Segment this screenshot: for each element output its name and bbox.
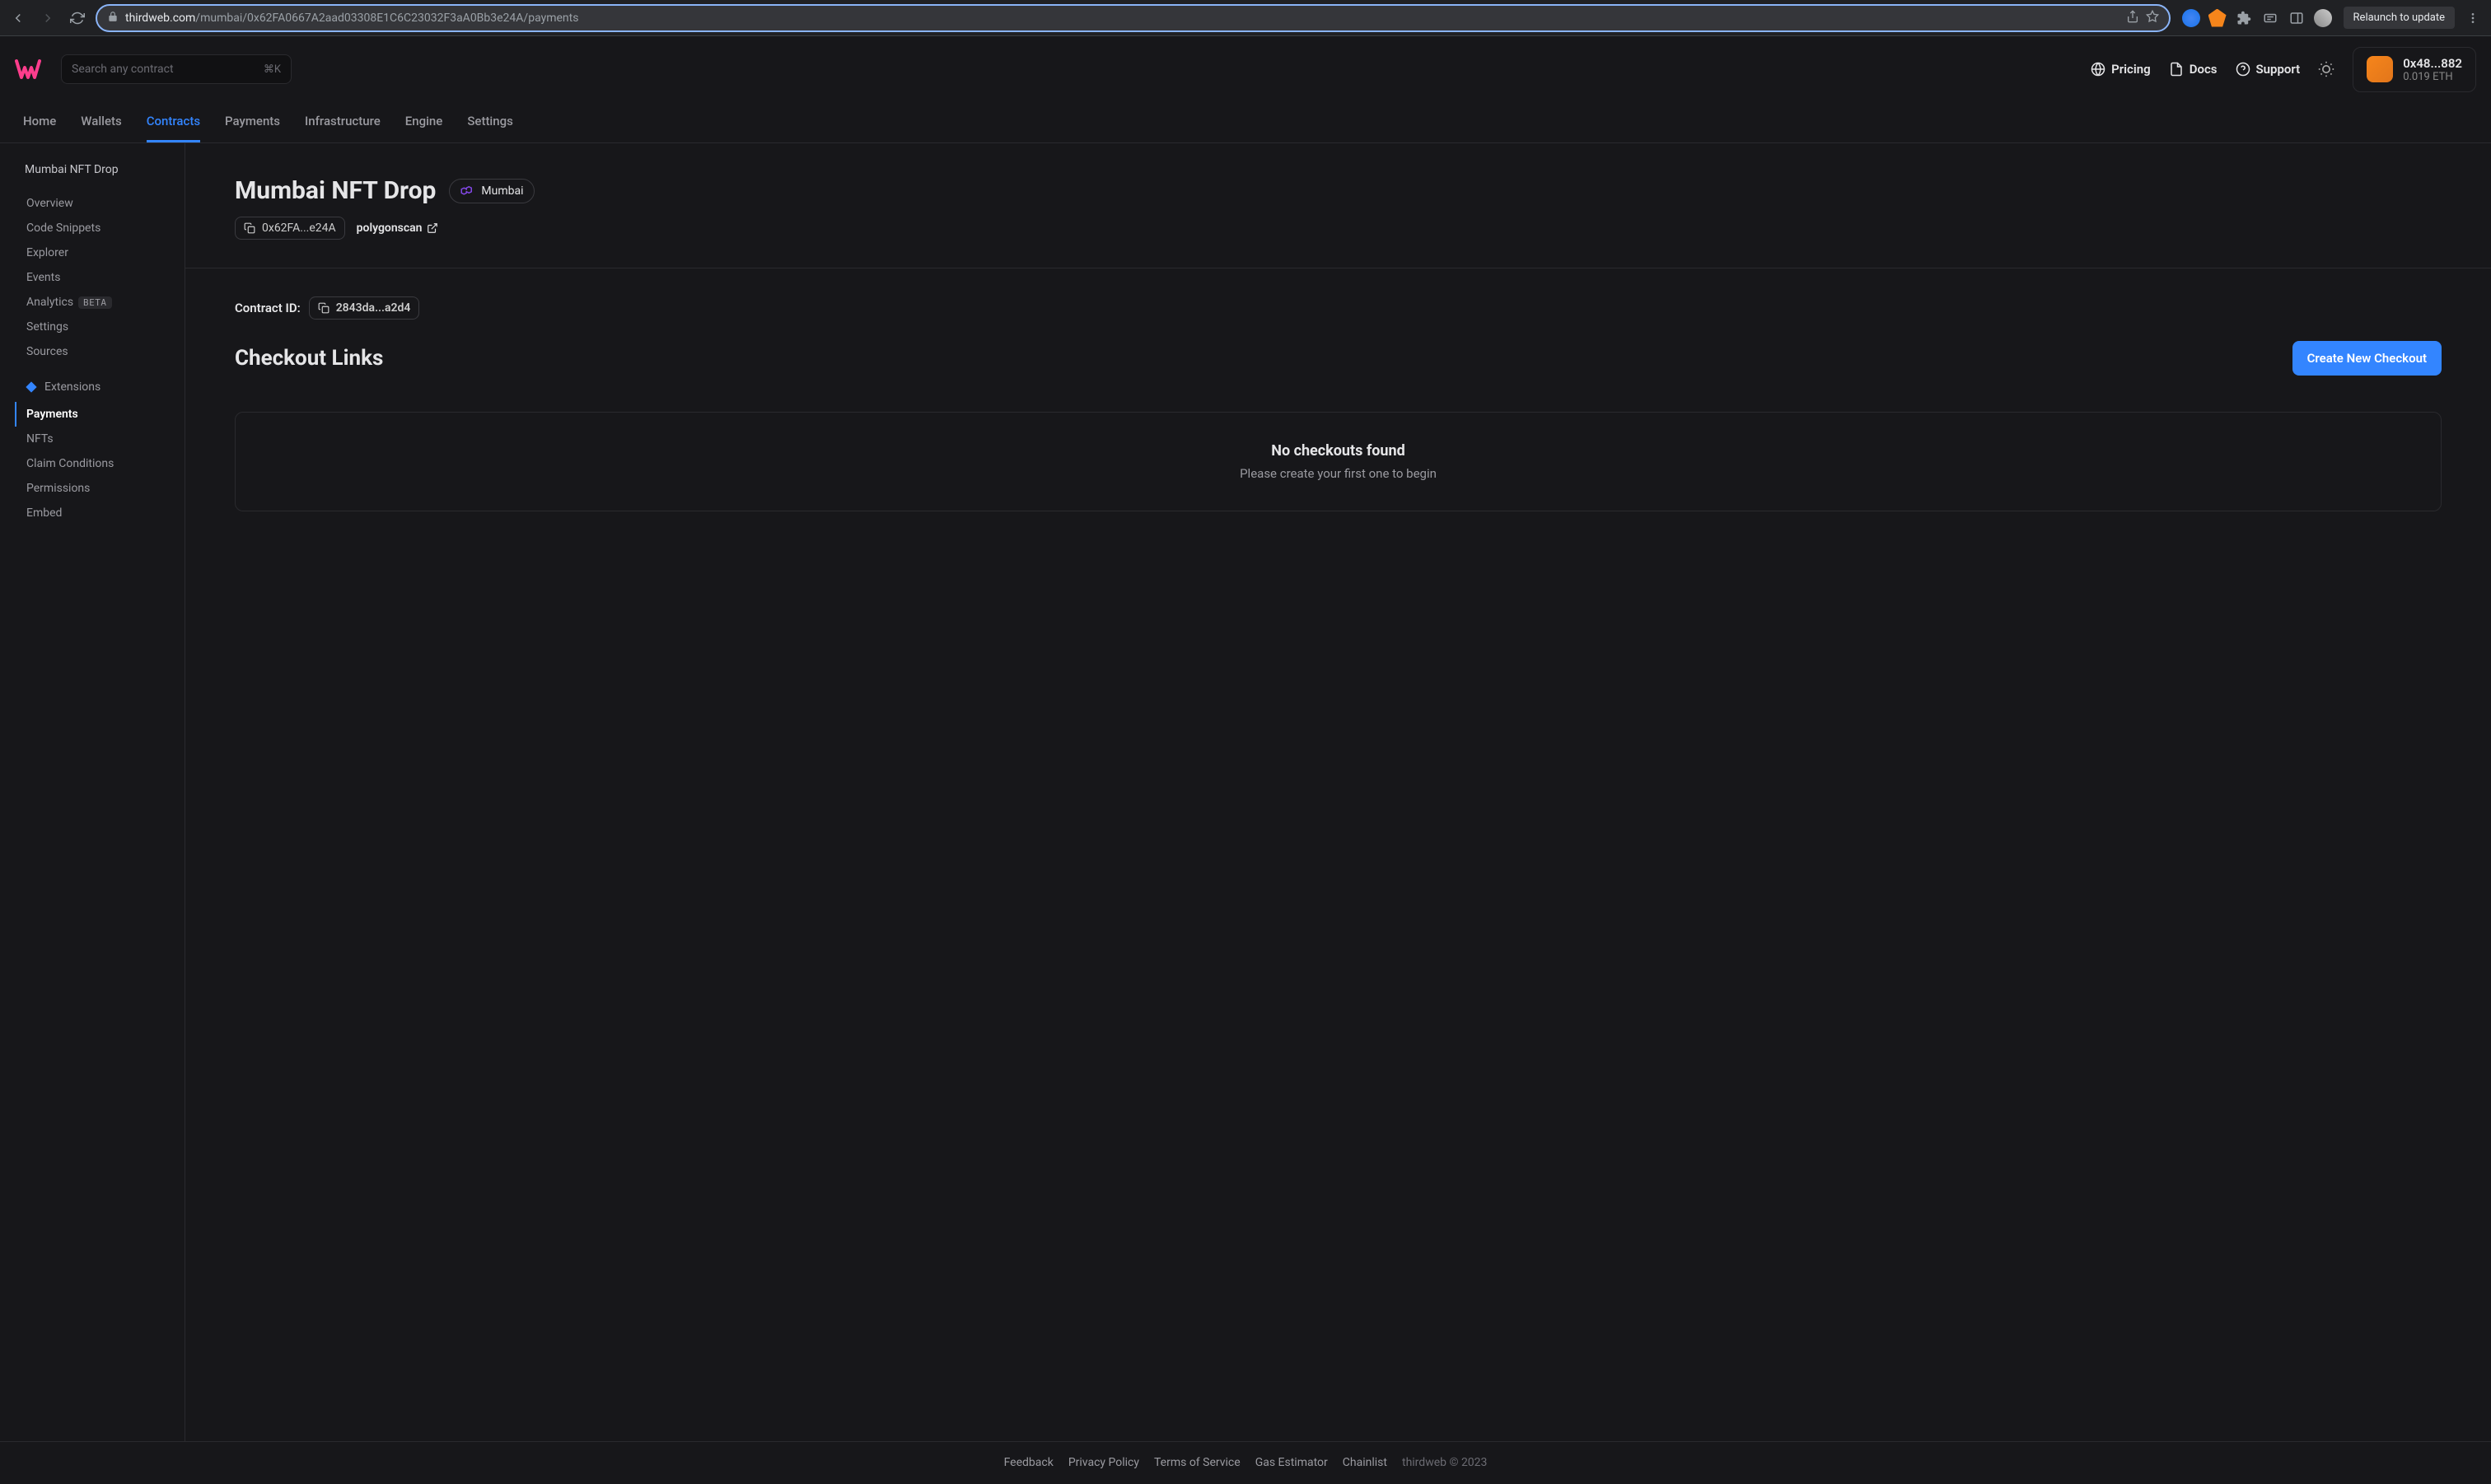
footer-link-chainlist[interactable]: Chainlist [1343,1456,1387,1469]
sidebar-item-embed[interactable]: Embed [15,501,185,525]
section-title: Checkout Links [235,346,383,371]
sidebar-item-code-snippets[interactable]: Code Snippets [15,216,185,240]
copy-icon [318,302,329,314]
page-title: Mumbai NFT Drop [235,176,436,205]
sidebar-title: Mumbai NFT Drop [25,163,185,176]
thirdweb-logo[interactable] [15,58,48,81]
empty-subtitle: Please create your first one to begin [265,466,2411,481]
panel-icon[interactable] [2288,9,2306,27]
search-input[interactable]: Search any contract ⌘K [61,54,292,84]
profile-avatar[interactable] [2314,9,2332,27]
forward-icon[interactable] [36,7,59,30]
sidebar-item-settings[interactable]: Settings [15,315,185,339]
browser-toolbar: thirdweb.com/mumbai/0x62FA0667A2aad03308… [0,0,2491,36]
extension-icons [2177,9,2337,27]
extensions-puzzle-icon[interactable] [2235,9,2253,27]
footer-link-feedback[interactable]: Feedback [1004,1456,1054,1469]
external-link-icon [427,222,438,234]
nav-contracts[interactable]: Contracts [147,102,200,142]
sidebar-item-claim-conditions[interactable]: Claim Conditions [15,451,185,476]
address-bar[interactable]: thirdweb.com/mumbai/0x62FA0667A2aad03308… [96,4,2171,32]
contract-id-chip[interactable]: 2843da...a2d4 [309,296,420,320]
pricing-link[interactable]: Pricing [2091,62,2151,77]
contract-address-chip[interactable]: 0x62FA...e24A [235,217,345,240]
main-panel: Mumbai NFT Drop Mumbai 0x62FA...e24A pol… [185,143,2491,1441]
browser-menu-icon[interactable] [2461,12,2484,25]
nav-infrastructure[interactable]: Infrastructure [305,102,381,142]
nav-home[interactable]: Home [23,102,56,142]
wallet-balance: 0.019 ETH [2403,71,2462,83]
wallet-button[interactable]: 0x48...882 0.019 ETH [2353,47,2476,92]
help-icon [2236,62,2250,77]
wallet-avatar-icon [2367,56,2393,82]
empty-title: No checkouts found [265,442,2411,460]
footer-link-terms-of-service[interactable]: Terms of Service [1154,1456,1241,1469]
sidebar-item-events[interactable]: Events [15,265,185,290]
reload-icon[interactable] [66,7,89,30]
globe-icon [2091,62,2105,77]
search-placeholder: Search any contract [72,63,174,76]
footer-link-gas-estimator[interactable]: Gas Estimator [1255,1456,1328,1469]
share-icon[interactable] [2126,10,2139,26]
polygonscan-link[interactable]: polygonscan [357,222,439,235]
polygon-icon [460,184,474,198]
sidebar-item-analytics[interactable]: AnalyticsBETA [15,290,185,315]
media-control-icon[interactable] [2261,9,2279,27]
bookmark-icon[interactable] [2146,10,2159,26]
nav-wallets[interactable]: Wallets [81,102,121,142]
create-checkout-button[interactable]: Create New Checkout [2292,341,2442,376]
footer-link-privacy-policy[interactable]: Privacy Policy [1068,1456,1139,1469]
extensions-diamond-icon [25,380,38,394]
url-domain: thirdweb.com/mumbai/0x62FA0667A2aad03308… [125,12,578,25]
nav-engine[interactable]: Engine [405,102,443,142]
support-link[interactable]: Support [2236,62,2301,77]
back-icon[interactable] [7,7,30,30]
sidebar-section-extensions: Extensions [25,380,185,394]
main-nav: Home Wallets Contracts Payments Infrastructu… [0,102,2491,143]
sidebar-item-payments[interactable]: Payments [15,402,185,427]
theme-toggle-icon[interactable] [2318,61,2334,77]
footer-copyright: thirdweb © 2023 [1402,1456,1487,1469]
document-icon [2169,62,2184,77]
sidebar-item-overview[interactable]: Overview [15,191,185,216]
search-shortcut: ⌘K [264,63,281,76]
nav-settings[interactable]: Settings [467,102,513,142]
beta-badge: BETA [78,296,112,309]
wallet-address: 0x48...882 [2403,56,2462,71]
contract-id-label: Contract ID: [235,301,301,315]
copy-icon [244,222,255,234]
sidebar-item-explorer[interactable]: Explorer [15,240,185,265]
docs-link[interactable]: Docs [2169,62,2218,77]
extension-globe-icon[interactable] [2182,9,2200,27]
nav-payments[interactable]: Payments [225,102,280,142]
sidebar: Mumbai NFT Drop OverviewCode SnippetsExp… [0,143,185,1441]
relaunch-button[interactable]: Relaunch to update [2344,7,2455,29]
footer: Feedback Privacy Policy Terms of Service Ga… [0,1441,2491,1482]
chain-badge[interactable]: Mumbai [449,179,534,203]
sidebar-item-sources[interactable]: Sources [15,339,185,364]
app-header: Search any contract ⌘K Pricing Docs Supp… [0,36,2491,102]
sidebar-item-permissions[interactable]: Permissions [15,476,185,501]
empty-state: No checkouts found Please create your fi… [235,412,2442,511]
sidebar-item-nfts[interactable]: NFTs [15,427,185,451]
extension-metamask-icon[interactable] [2208,9,2227,27]
lock-icon [107,11,119,26]
